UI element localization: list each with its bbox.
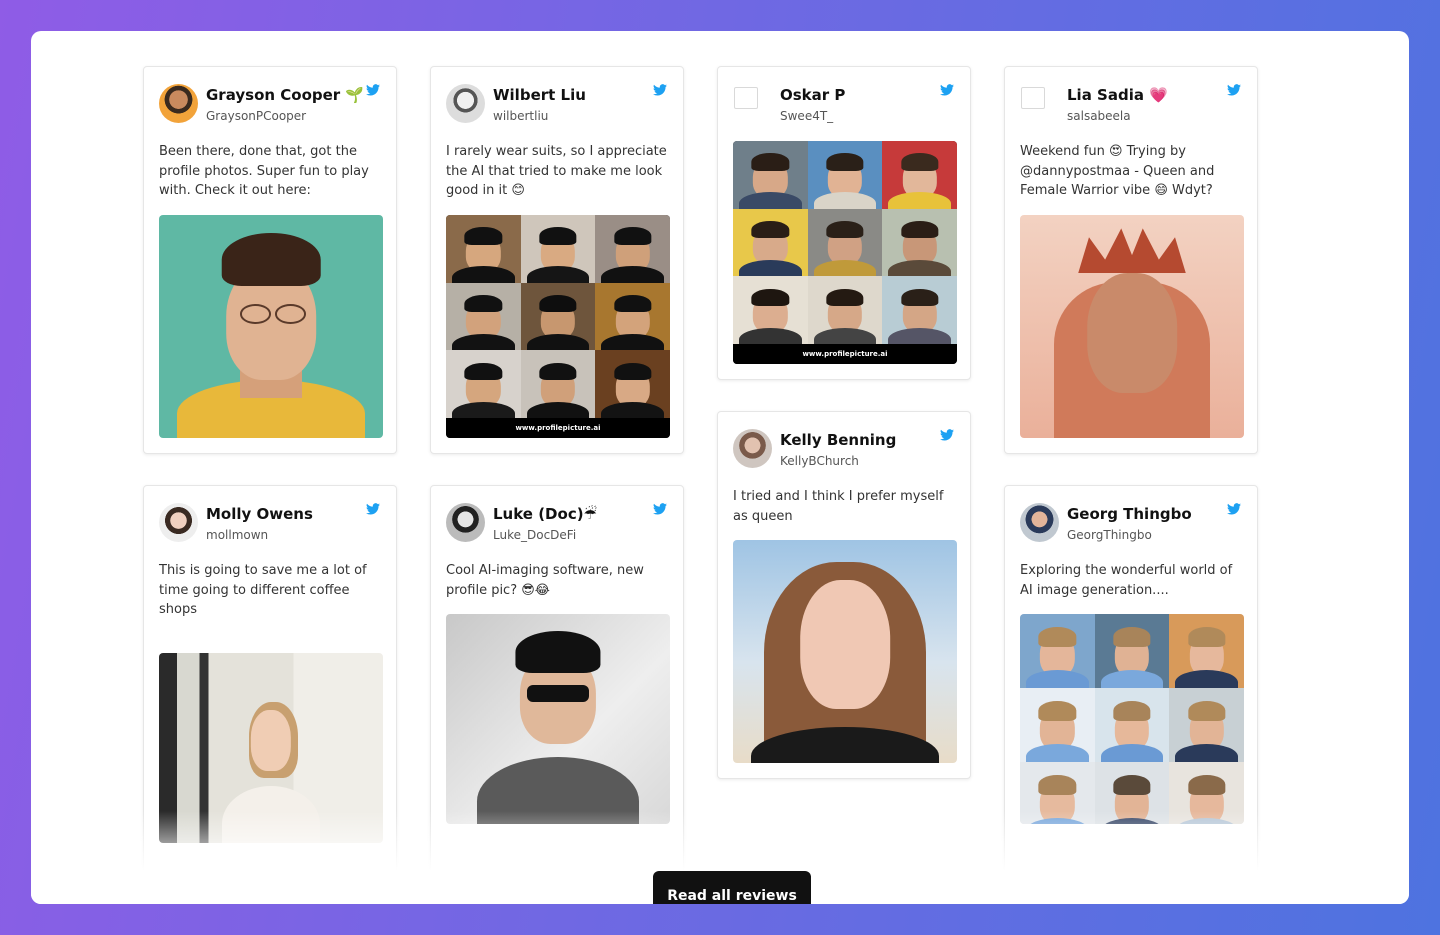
review-image: www.profilepicture.ai bbox=[446, 215, 670, 438]
avatar bbox=[733, 429, 772, 468]
review-text: Been there, done that, got the profile p… bbox=[159, 144, 369, 198]
twitter-icon[interactable] bbox=[366, 503, 380, 515]
reviews-panel: Grayson Cooper 🌱 GraysonPCooper Been the… bbox=[31, 31, 1409, 904]
review-text: Weekend fun 😍 Trying by @dannypostmaa - … bbox=[1020, 144, 1215, 198]
review-image bbox=[733, 540, 957, 763]
avatar bbox=[446, 503, 485, 542]
review-image bbox=[1020, 215, 1244, 438]
reviewer-handle: mollmown bbox=[206, 528, 269, 542]
reviewer-handle: Swee4T_ bbox=[780, 109, 834, 123]
twitter-icon[interactable] bbox=[940, 84, 954, 96]
reviewer-handle: KellyBChurch bbox=[780, 454, 859, 468]
avatar bbox=[159, 503, 198, 542]
watermark-banner: www.profilepicture.ai bbox=[446, 418, 670, 438]
reviewer-name: Wilbert Liu bbox=[493, 86, 586, 104]
avatar bbox=[1020, 503, 1059, 542]
read-all-reviews-button[interactable]: Read all reviews bbox=[653, 871, 811, 904]
review-card[interactable]: Lia Sadia 💗 salsabeela Weekend fun 😍 Try… bbox=[1004, 66, 1258, 454]
reviewer-handle: GraysonPCooper bbox=[206, 109, 307, 123]
review-image bbox=[159, 215, 383, 438]
reviewer-name: Kelly Benning bbox=[780, 431, 897, 449]
review-image: www.profilepicture.ai bbox=[733, 141, 957, 364]
reviewer-handle: wilbertliu bbox=[493, 109, 549, 123]
review-text: Cool AI-imaging software, new profile pi… bbox=[446, 563, 644, 598]
broken-image-icon bbox=[1021, 87, 1045, 109]
reviewer-handle: salsabeela bbox=[1067, 109, 1131, 123]
review-text: I rarely wear suits, so I appreciate the… bbox=[446, 144, 667, 198]
reviewer-name: Grayson Cooper 🌱 bbox=[206, 86, 365, 104]
review-card[interactable]: Kelly Benning KellyBChurch I tried and I… bbox=[717, 411, 971, 779]
watermark-banner: www.profilepicture.ai bbox=[733, 344, 957, 364]
reviewer-name: Georg Thingbo bbox=[1067, 505, 1192, 523]
review-image bbox=[446, 614, 670, 824]
twitter-icon[interactable] bbox=[1227, 84, 1241, 96]
review-text: This is going to save me a lot of time g… bbox=[159, 563, 367, 617]
twitter-icon[interactable] bbox=[1227, 503, 1241, 515]
review-card[interactable]: Wilbert Liu wilbertliu I rarely wear sui… bbox=[430, 66, 684, 454]
reviewer-handle: GeorgThingbo bbox=[1067, 528, 1152, 542]
avatar bbox=[446, 84, 485, 123]
broken-image-icon bbox=[734, 87, 758, 109]
review-image bbox=[1020, 614, 1244, 824]
reviewer-name: Luke (Doc)☔ bbox=[493, 505, 598, 523]
review-card[interactable]: Grayson Cooper 🌱 GraysonPCooper Been the… bbox=[143, 66, 397, 454]
reviewer-name: Lia Sadia 💗 bbox=[1067, 86, 1168, 104]
review-text: I tried and I think I prefer myself as q… bbox=[733, 489, 944, 524]
twitter-icon[interactable] bbox=[366, 84, 380, 96]
twitter-icon[interactable] bbox=[653, 503, 667, 515]
reviewer-name: Molly Owens bbox=[206, 505, 313, 523]
review-card[interactable]: Oskar P Swee4T_ www.profilepicture.ai bbox=[717, 66, 971, 380]
avatar bbox=[159, 84, 198, 123]
twitter-icon[interactable] bbox=[940, 429, 954, 441]
reviewer-name: Oskar P bbox=[780, 86, 846, 104]
review-text: Exploring the wonderful world of AI imag… bbox=[1020, 563, 1233, 598]
twitter-icon[interactable] bbox=[653, 84, 667, 96]
reviewer-handle: Luke_DocDeFi bbox=[493, 528, 577, 542]
